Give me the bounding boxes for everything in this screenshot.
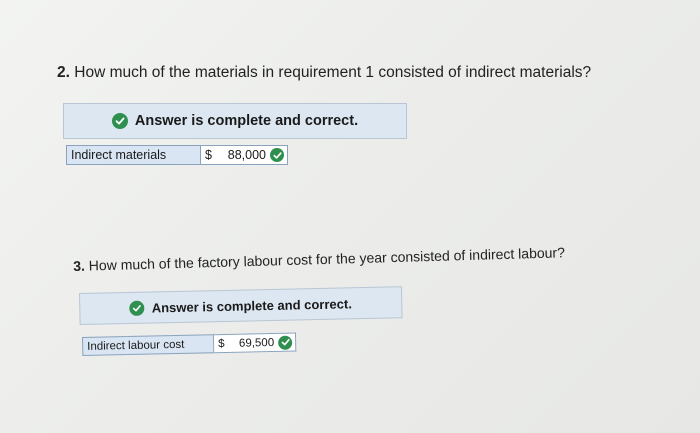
question-3-answer-field[interactable]: $ 69,500 — [213, 332, 297, 354]
question-3-amount: 69,500 — [238, 336, 275, 350]
question-3-text: How much of the factory labour cost for … — [88, 244, 566, 274]
question-2-answer-row: Indirect materials $ 88,000 — [66, 145, 288, 165]
question-3-row-label: Indirect labour cost — [82, 334, 215, 356]
currency-symbol: $ — [218, 337, 225, 350]
check-circle-icon — [278, 335, 293, 350]
check-circle-icon — [129, 300, 145, 316]
currency-symbol: $ — [205, 148, 212, 162]
question-2-banner-text: Answer is complete and correct. — [134, 113, 359, 129]
question-2-row-label: Indirect materials — [66, 145, 201, 165]
question-2-answer-banner: Answer is complete and correct. — [63, 103, 407, 139]
check-circle-icon — [270, 148, 284, 162]
question-3-answer-row: Indirect labour cost $ 69,500 — [82, 332, 297, 356]
question-2-text: How much of the materials in requirement… — [74, 64, 592, 81]
check-circle-icon — [111, 113, 128, 129]
question-2-amount: 88,000 — [227, 148, 266, 162]
question-3-banner-text: Answer is complete and correct. — [151, 295, 352, 315]
question-3-number: 3. — [73, 257, 86, 274]
question-3-answer-banner: Answer is complete and correct. — [79, 286, 403, 325]
question-2-title: 2. How much of the materials in requirem… — [57, 64, 591, 82]
question-3-title: 3. How much of the factory labour cost f… — [73, 244, 565, 274]
question-2-answer-field[interactable]: $ 88,000 — [201, 145, 288, 165]
question-2-number: 2. — [57, 64, 70, 81]
